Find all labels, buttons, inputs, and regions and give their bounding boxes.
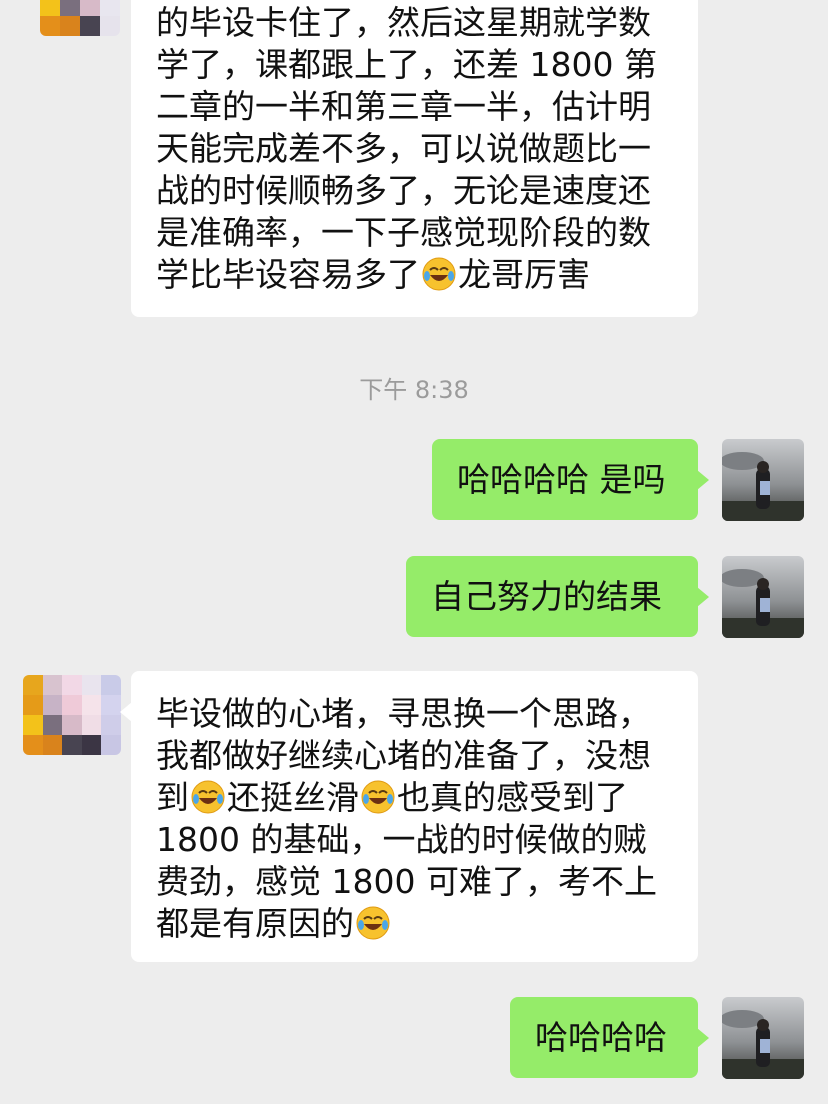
message-line: 二章的一半和第三章一半，估计明 bbox=[156, 87, 651, 126]
bubble-tail bbox=[697, 1028, 709, 1048]
bubble-tail bbox=[697, 470, 709, 490]
message-text: 哈哈哈哈 是吗 bbox=[457, 460, 666, 499]
message-line: 到还挺丝滑 也真的感受到了 bbox=[156, 777, 698, 819]
message-bubble-outgoing-2[interactable]: 自己努力的结果 bbox=[406, 556, 709, 637]
bubble-tail bbox=[120, 702, 132, 722]
self-avatar[interactable] bbox=[722, 556, 804, 638]
contact-avatar-top[interactable] bbox=[40, 0, 120, 36]
message-line: 天能完成差不多，可以说做题比一 bbox=[156, 129, 651, 168]
self-avatar[interactable] bbox=[722, 439, 804, 521]
message-text: 都是有原因的 bbox=[156, 904, 354, 943]
message-text: 哈哈哈哈 bbox=[535, 1018, 667, 1057]
crying-laughing-face-icon bbox=[191, 780, 225, 814]
message-bubble-incoming-2[interactable]: 毕设做的心堵，寻思换一个思路， 我都做好继续心堵的准备了，没想 到还挺丝滑 也真的… bbox=[120, 671, 698, 962]
message-line: 我都做好继续心堵的准备了，没想 bbox=[156, 736, 651, 775]
message-text: 也真的感受到了 bbox=[397, 778, 628, 817]
crying-laughing-face-icon bbox=[356, 906, 390, 940]
message-line: 1800 的基础，一战的时候做的贼 bbox=[156, 820, 647, 859]
message-text: 到 bbox=[156, 778, 189, 817]
message-line: 的毕设卡住了，然后这星期就学数 bbox=[156, 3, 651, 42]
message-text: 自己努力的结果 bbox=[431, 577, 662, 616]
message-line: 学比毕设容易多了 龙哥厉害 bbox=[156, 254, 698, 296]
message-line: 战的时候顺畅多了，无论是速度还 bbox=[156, 171, 651, 210]
crying-laughing-face-icon bbox=[361, 780, 395, 814]
message-text: 还挺丝滑 bbox=[227, 778, 359, 817]
message-bubble-outgoing-1[interactable]: 哈哈哈哈 是吗 bbox=[432, 439, 709, 520]
crying-laughing-face-icon bbox=[422, 257, 456, 291]
message-bubble-incoming-1[interactable]: 的毕设卡住了，然后这星期就学数 学了，课都跟上了，还差 1800 第 二章的一半… bbox=[131, 0, 698, 317]
contact-avatar[interactable] bbox=[23, 675, 121, 755]
message-line: 是准确率，一下子感觉现阶段的数 bbox=[156, 213, 651, 252]
message-line: 毕设做的心堵，寻思换一个思路， bbox=[156, 694, 651, 733]
message-line: 费劲，感觉 1800 可难了，考不上 bbox=[156, 862, 657, 901]
timestamp: 下午 8:38 bbox=[359, 376, 469, 404]
message-line: 都是有原因的 bbox=[156, 903, 698, 945]
message-text: 龙哥厉害 bbox=[458, 255, 590, 294]
message-bubble-outgoing-3[interactable]: 哈哈哈哈 bbox=[510, 997, 709, 1078]
message-line: 学了，课都跟上了，还差 1800 第 bbox=[156, 45, 657, 84]
message-text: 学比毕设容易多了 bbox=[156, 255, 420, 294]
bubble-tail bbox=[697, 587, 709, 607]
self-avatar[interactable] bbox=[722, 997, 804, 1079]
